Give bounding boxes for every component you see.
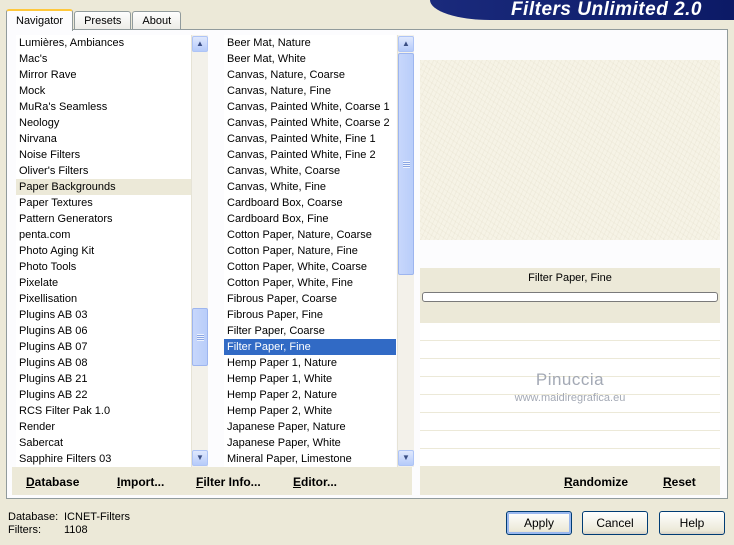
filter-item[interactable]: Cotton Paper, Nature, Coarse — [224, 227, 396, 243]
category-item[interactable]: Noise Filters — [16, 147, 191, 163]
scroll-down-icon[interactable]: ▼ — [192, 450, 208, 466]
filter-item[interactable]: Japanese Paper, Nature — [224, 419, 396, 435]
category-item[interactable]: Plugins AB 06 — [16, 323, 191, 339]
editor-button[interactable]: Editor... — [293, 475, 337, 489]
filter-item[interactable]: Mineral Paper, Limestone — [224, 451, 396, 467]
filters-count-label: Filters: — [8, 524, 41, 536]
filter-item[interactable]: Filter Paper, Fine — [224, 339, 396, 355]
tab-about[interactable]: About — [132, 11, 182, 30]
category-item[interactable]: Plugins AB 08 — [16, 355, 191, 371]
filter-item[interactable]: Canvas, Nature, Coarse — [224, 67, 396, 83]
category-item[interactable]: Mock — [16, 83, 191, 99]
filter-item[interactable]: Cotton Paper, White, Coarse — [224, 259, 396, 275]
cancel-button[interactable]: Cancel — [582, 511, 648, 535]
category-item[interactable]: MuRa's Seamless — [16, 99, 191, 115]
category-item[interactable]: Pattern Generators — [16, 211, 191, 227]
filter-list[interactable]: Beer Mat, Nature Beer Mat, White Canvas, N… — [224, 35, 396, 467]
category-item[interactable]: Nirvana — [16, 131, 191, 147]
category-item[interactable]: Plugins AB 07 — [16, 339, 191, 355]
filter-item[interactable]: Canvas, Nature, Fine — [224, 83, 396, 99]
scroll-up-icon[interactable]: ▲ — [398, 36, 414, 52]
category-item[interactable]: Paper Backgrounds — [16, 179, 191, 195]
category-item[interactable]: Photo Aging Kit — [16, 243, 191, 259]
filter-item[interactable]: Hemp Paper 1, White — [224, 371, 396, 387]
scroll-thumb[interactable] — [398, 53, 414, 275]
watermark-url: www.maidiregrafica.eu — [514, 392, 626, 404]
filter-item[interactable]: Fibrous Paper, Coarse — [224, 291, 396, 307]
category-item[interactable]: Oliver's Filters — [16, 163, 191, 179]
category-scrollbar[interactable]: ▲ ▼ — [191, 35, 208, 467]
filters-count-value: 1108 — [64, 524, 88, 536]
filter-item[interactable]: Beer Mat, Nature — [224, 35, 396, 51]
filter-info-button[interactable]: Filter Info... — [196, 475, 261, 489]
filter-item[interactable]: Canvas, White, Fine — [224, 179, 396, 195]
category-item[interactable]: Photo Tools — [16, 259, 191, 275]
scroll-down-icon[interactable]: ▼ — [398, 450, 414, 466]
category-item[interactable]: Mac's — [16, 51, 191, 67]
category-item[interactable]: Paper Textures — [16, 195, 191, 211]
command-bar-left: Database Import... Filter Info... Editor… — [12, 467, 412, 495]
category-item[interactable]: Pixellisation — [16, 291, 191, 307]
app-banner-title: Filters Unlimited 2.0 — [430, 0, 734, 20]
filter-item[interactable]: Hemp Paper 1, Nature — [224, 355, 396, 371]
filter-item[interactable]: Canvas, Painted White, Coarse 1 — [224, 99, 396, 115]
filter-item[interactable]: Cardboard Box, Coarse — [224, 195, 396, 211]
tab-presets[interactable]: Presets — [74, 11, 132, 30]
filter-item[interactable]: Cardboard Box, Fine — [224, 211, 396, 227]
category-item[interactable]: Sapphire Filters 03 — [16, 451, 191, 467]
category-item[interactable]: Sabercat — [16, 435, 191, 451]
filter-item[interactable]: Canvas, Painted White, Fine 2 — [224, 147, 396, 163]
category-item[interactable]: Plugins AB 03 — [16, 307, 191, 323]
database-info: Database: ICNET-Filters Filters: 1108 — [8, 511, 130, 537]
filter-item[interactable]: Japanese Paper, White — [224, 435, 396, 451]
filter-name-label: Filter Paper, Fine — [528, 272, 612, 284]
command-bar-right: Randomize Reset — [420, 467, 720, 495]
reset-button[interactable]: Reset — [663, 475, 696, 489]
filter-item[interactable]: Canvas, Painted White, Coarse 2 — [224, 115, 396, 131]
filter-item[interactable]: Filter Paper, Coarse — [224, 323, 396, 339]
import-button[interactable]: Import... — [117, 475, 164, 489]
category-item[interactable]: RCS Filter Pak 1.0 — [16, 403, 191, 419]
apply-button[interactable]: Apply — [506, 511, 572, 535]
database-button[interactable]: Database — [26, 475, 79, 489]
filter-item[interactable]: Cotton Paper, White, Fine — [224, 275, 396, 291]
tab-navigator[interactable]: Navigator — [6, 9, 74, 31]
tab-strip: Navigator Presets About — [6, 8, 182, 31]
database-label: Database: — [8, 511, 59, 523]
category-item[interactable]: penta.com — [16, 227, 191, 243]
filter-item[interactable]: Hemp Paper 2, Nature — [224, 387, 396, 403]
randomize-button[interactable]: Randomize — [564, 475, 628, 489]
filter-item[interactable]: Canvas, White, Coarse — [224, 163, 396, 179]
filter-preview-image — [420, 60, 720, 240]
category-item[interactable]: Render — [16, 419, 191, 435]
filter-item[interactable]: Cotton Paper, Nature, Fine — [224, 243, 396, 259]
category-item[interactable]: Plugins AB 22 — [16, 387, 191, 403]
category-item[interactable]: Lumières, Ambiances — [16, 35, 191, 51]
category-item[interactable]: Neology — [16, 115, 191, 131]
progress-bar — [422, 292, 718, 302]
database-value: ICNET-Filters — [64, 511, 130, 523]
category-item[interactable]: Pixelate — [16, 275, 191, 291]
scroll-up-icon[interactable]: ▲ — [192, 36, 208, 52]
watermark-title: Pinuccia — [535, 370, 605, 389]
scroll-thumb[interactable] — [192, 308, 208, 366]
filter-item[interactable]: Fibrous Paper, Fine — [224, 307, 396, 323]
help-button[interactable]: Help — [659, 511, 725, 535]
category-list[interactable]: Lumières, Ambiances Mac's Mirror Rave Mock M… — [16, 35, 191, 467]
filter-item[interactable]: Beer Mat, White — [224, 51, 396, 67]
filter-item[interactable]: Hemp Paper 2, White — [224, 403, 396, 419]
filter-scrollbar[interactable]: ▲ ▼ — [397, 35, 414, 467]
filter-item[interactable]: Canvas, Painted White, Fine 1 — [224, 131, 396, 147]
category-item[interactable]: Plugins AB 21 — [16, 371, 191, 387]
category-item[interactable]: Mirror Rave — [16, 67, 191, 83]
